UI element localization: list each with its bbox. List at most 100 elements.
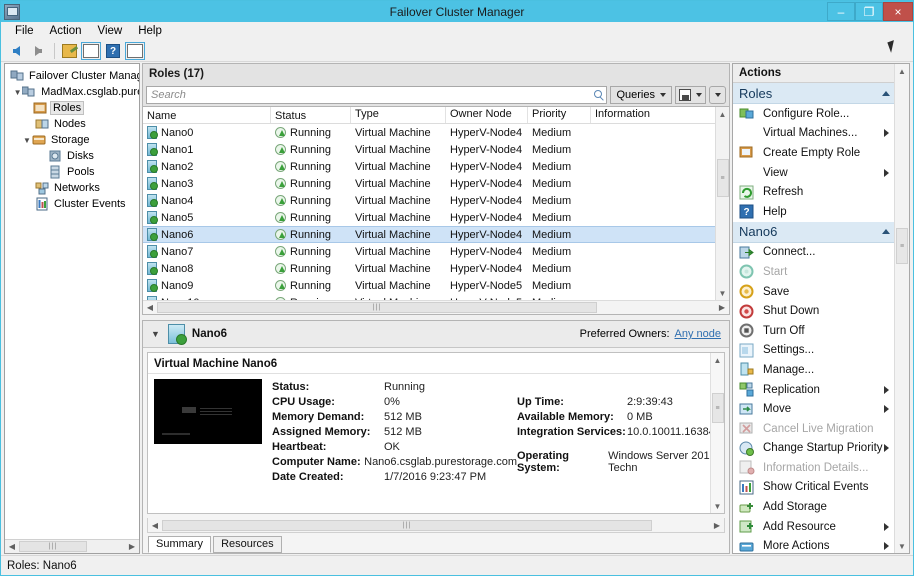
tree-horizontal-scrollbar[interactable]: ◀ ||| ▶	[5, 539, 139, 553]
action-item[interactable]: Change Startup Priority	[733, 438, 896, 459]
sidebar-item-nodes[interactable]: Nodes	[8, 116, 139, 132]
action-item[interactable]: Add Storage	[733, 497, 896, 517]
tab-resources[interactable]: Resources	[213, 536, 282, 553]
action-item[interactable]: View	[733, 162, 896, 183]
column-header-priority[interactable]: Priority	[528, 107, 591, 123]
table-row[interactable]: Nano0 Running Virtual Machine HyperV-Node4 M…	[143, 124, 729, 141]
action-item[interactable]: ? Help	[733, 201, 896, 222]
sidebar-item-roles[interactable]: Roles	[8, 100, 139, 116]
sidebar-item-disks[interactable]: Disks	[8, 148, 139, 164]
show-hide-action-pane-icon[interactable]	[125, 41, 145, 60]
tab-summary[interactable]: Summary	[148, 536, 212, 553]
collapse-detail-icon[interactable]: ▼	[151, 329, 160, 339]
table-row[interactable]: Nano3 Running Virtual Machine HyperV-Node4 M…	[143, 175, 729, 192]
scroll-right-arrow[interactable]: ▶	[125, 540, 139, 553]
expand-filter-button[interactable]	[709, 85, 726, 104]
action-item[interactable]: More Actions	[733, 536, 896, 553]
action-item[interactable]: Save	[733, 281, 896, 302]
scroll-thumb[interactable]: ≡	[716, 159, 729, 197]
table-row[interactable]: Nano1 Running Virtual Machine HyperV-Node4 M…	[143, 141, 729, 158]
sidebar-item-storage[interactable]: ▼ Storage	[8, 132, 139, 148]
sidebar-item-roles-label: Roles	[50, 101, 85, 115]
action-item[interactable]: Refresh	[733, 182, 896, 202]
action-item[interactable]: Turn Off	[733, 320, 896, 341]
close-button[interactable]: ×	[883, 2, 913, 21]
scroll-right-arrow[interactable]: ▶	[710, 519, 724, 532]
column-header-name[interactable]: Name	[143, 107, 271, 123]
action-item[interactable]: Manage...	[733, 360, 896, 380]
table-row[interactable]: Nano5 Running Virtual Machine HyperV-Node4 M…	[143, 209, 729, 226]
help-icon[interactable]: ?	[103, 42, 123, 60]
scroll-down-arrow[interactable]: ▼	[711, 499, 725, 513]
sidebar-item-pools[interactable]: Pools	[8, 164, 139, 180]
table-row[interactable]: Nano4 Running Virtual Machine HyperV-Node4 M…	[143, 192, 729, 209]
menu-item-help[interactable]: Help	[130, 24, 170, 38]
column-header-type[interactable]: Type	[351, 107, 446, 123]
scroll-down-arrow[interactable]: ▼	[716, 286, 730, 300]
scroll-down-arrow[interactable]: ▼	[895, 539, 909, 553]
preferred-owners-link[interactable]: Any node	[675, 328, 721, 340]
expand-collapse-storage-icon[interactable]: ▼	[22, 136, 32, 145]
action-item[interactable]: Shut Down	[733, 301, 896, 321]
save-query-button[interactable]	[675, 85, 706, 104]
tree-root[interactable]: Failover Cluster Manager	[8, 68, 139, 84]
show-hide-console-tree-icon[interactable]	[81, 41, 101, 60]
action-item[interactable]: Replication	[733, 379, 896, 400]
maximize-button[interactable]: ❐	[855, 2, 883, 21]
roles-list-horizontal-scrollbar[interactable]: ◀ ||| ▶	[143, 300, 729, 314]
scroll-right-arrow[interactable]: ▶	[715, 301, 729, 314]
scroll-up-arrow[interactable]: ▲	[895, 64, 909, 78]
chevron-up-icon[interactable]	[882, 229, 890, 235]
chevron-up-icon[interactable]	[882, 90, 890, 96]
menu-item-action[interactable]: Action	[42, 24, 90, 38]
scroll-thumb[interactable]: |||	[157, 302, 597, 313]
action-item[interactable]: Configure Role...	[733, 104, 896, 124]
queries-button[interactable]: Queries	[610, 85, 672, 104]
scroll-left-arrow[interactable]: ◀	[143, 301, 157, 314]
scroll-track[interactable]: ≡	[895, 78, 909, 539]
menu-item-view[interactable]: View	[90, 24, 131, 38]
scroll-thumb[interactable]: ≡	[711, 393, 724, 423]
column-header-owner-node[interactable]: Owner Node	[446, 107, 528, 123]
menu-item-file[interactable]: File	[7, 24, 42, 38]
back-arrow-icon[interactable]	[6, 42, 26, 60]
scroll-track[interactable]: ≡	[711, 367, 725, 499]
scroll-thumb[interactable]: ≡	[896, 228, 908, 264]
table-row[interactable]: Nano2 Running Virtual Machine HyperV-Node4 M…	[143, 158, 729, 175]
table-row[interactable]: Nano6 Running Virtual Machine HyperV-Node4 M…	[143, 226, 729, 243]
vm-thumbnail[interactable]	[154, 379, 262, 444]
action-item[interactable]: Show Critical Events	[733, 477, 896, 498]
action-item[interactable]: Create Empty Role	[733, 143, 896, 163]
detail-horizontal-scrollbar[interactable]: ◀ ||| ▶	[147, 518, 725, 533]
table-row[interactable]: Nano8 Running Virtual Machine HyperV-Node4 M…	[143, 260, 729, 277]
search-input[interactable]: Search	[146, 85, 608, 104]
action-item[interactable]: Move	[733, 399, 896, 419]
actions-vertical-scrollbar[interactable]: ▲ ≡ ▼	[894, 64, 909, 553]
scroll-up-arrow[interactable]: ▲	[711, 353, 725, 367]
action-item[interactable]: Add Resource	[733, 516, 896, 537]
edit-properties-icon[interactable]	[59, 42, 79, 60]
sidebar-item-networks[interactable]: Networks	[8, 180, 139, 196]
forward-arrow-icon[interactable]	[28, 42, 48, 60]
scroll-thumb[interactable]: |||	[162, 519, 652, 531]
action-item[interactable]: Connect...	[733, 242, 896, 263]
detail-vertical-scrollbar[interactable]: ▲ ≡ ▼	[710, 353, 724, 513]
scroll-up-arrow[interactable]: ▲	[716, 107, 730, 121]
scroll-left-arrow[interactable]: ◀	[5, 540, 19, 553]
table-row[interactable]: Nano7 Running Virtual Machine HyperV-Node4 M…	[143, 243, 729, 260]
scroll-track[interactable]: ≡	[716, 121, 730, 286]
column-header-information[interactable]: Information	[591, 107, 729, 123]
scroll-thumb[interactable]: |||	[19, 541, 87, 552]
scroll-left-arrow[interactable]: ◀	[148, 519, 162, 532]
roles-list-vertical-scrollbar[interactable]: ▲ ≡ ▼	[715, 107, 729, 300]
tree-cluster[interactable]: ▼ MadMax.csglab.pures	[8, 84, 139, 100]
table-row[interactable]: Nano9 Running Virtual Machine HyperV-Node5 M…	[143, 277, 729, 294]
sidebar-item-cluster-events[interactable]: Cluster Events	[8, 196, 139, 212]
minimize-button[interactable]: –	[827, 2, 855, 21]
actions-group-header[interactable]: Nano6	[733, 221, 896, 243]
actions-group-header[interactable]: Roles	[733, 83, 896, 104]
expand-collapse-icon[interactable]: ▼	[13, 88, 22, 97]
action-item[interactable]: Settings...	[733, 340, 896, 361]
column-header-status[interactable]: Status	[271, 107, 351, 123]
action-item[interactable]: Virtual Machines...	[733, 123, 896, 144]
